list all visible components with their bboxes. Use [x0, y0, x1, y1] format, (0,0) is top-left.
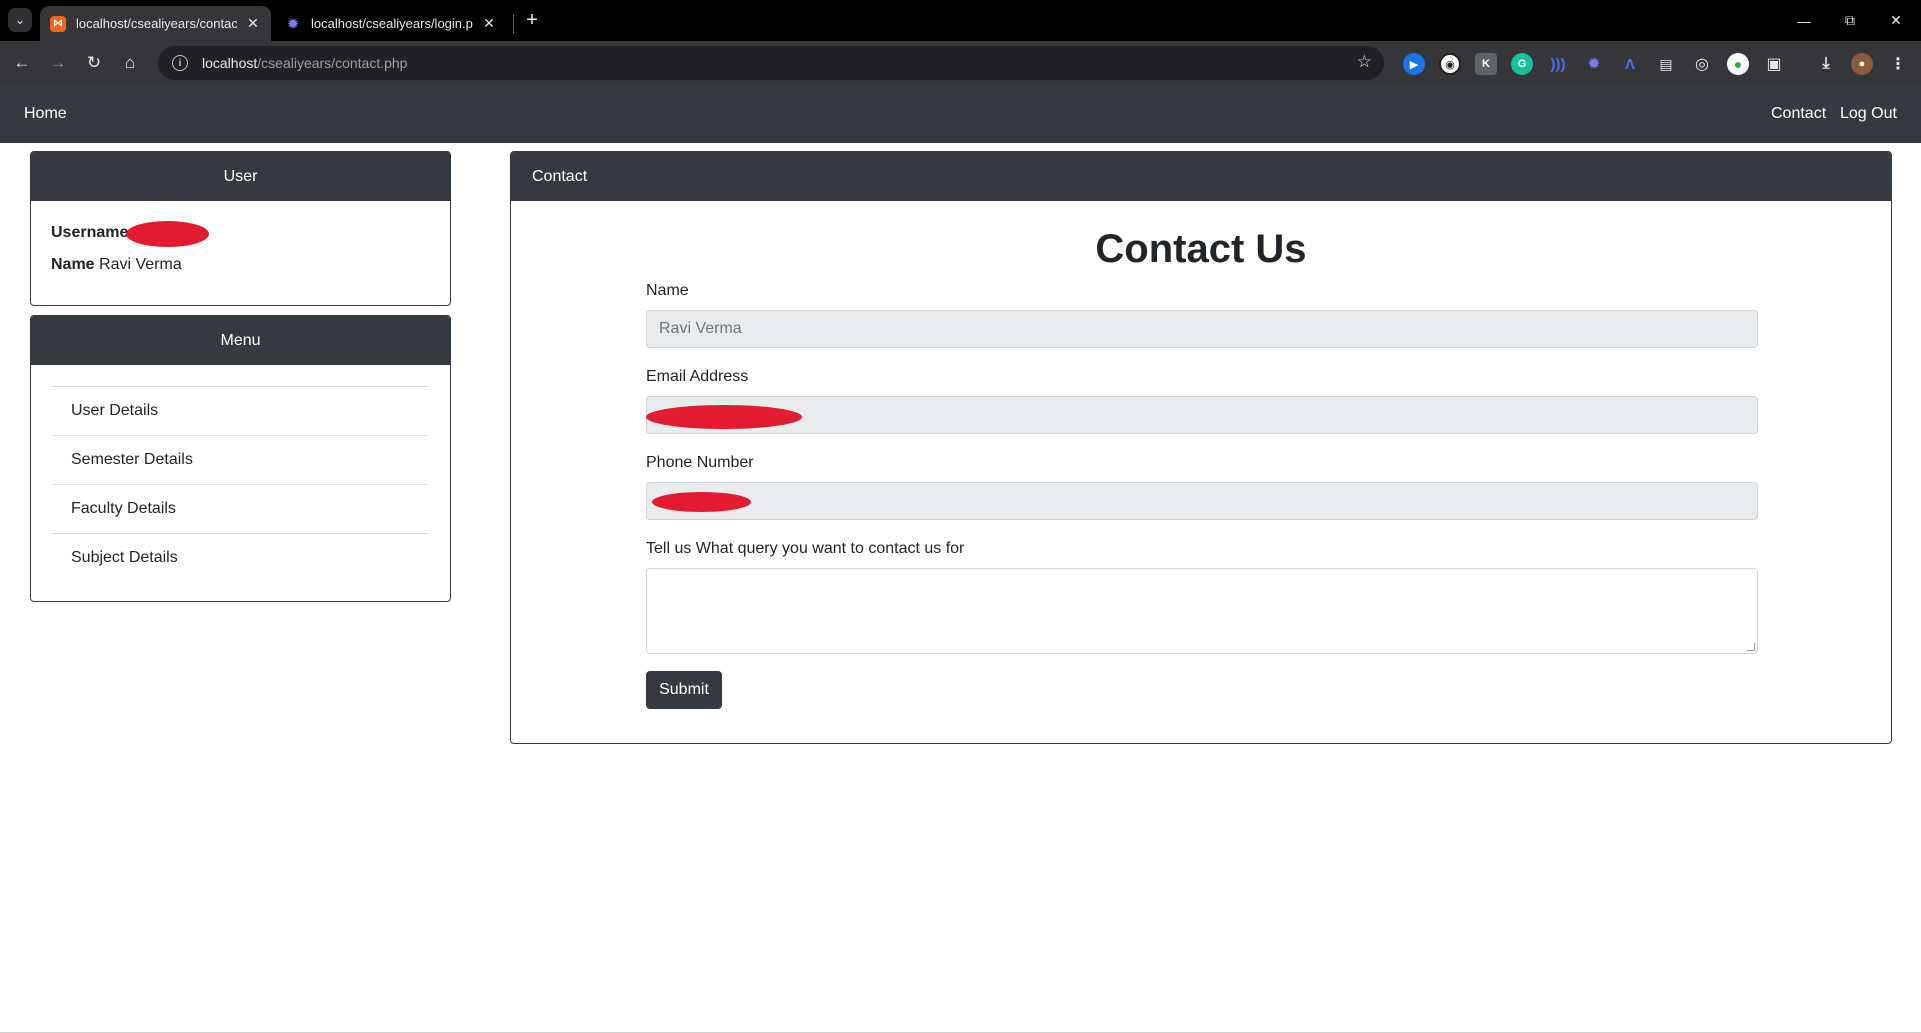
phone-field[interactable]: [646, 482, 1758, 520]
submit-button[interactable]: Submit: [646, 671, 722, 709]
menu-item-user-details[interactable]: User Details: [51, 386, 429, 435]
close-icon[interactable]: ✕: [245, 15, 261, 32]
name-value: Ravi Verma: [99, 256, 182, 273]
page-title: Contact Us: [1095, 227, 1307, 271]
tab-divider: [513, 14, 514, 34]
menu-card-header: Menu: [31, 316, 450, 365]
name-field[interactable]: Ravi Verma: [646, 310, 1758, 348]
extension-icon[interactable]: ●: [1727, 53, 1749, 75]
menu-card: Menu User Details Semester Details Facul…: [30, 315, 451, 602]
forward-icon[interactable]: →: [44, 49, 72, 77]
tab-login[interactable]: ✹ localhost/csealiyears/login.php ✕: [275, 6, 507, 41]
nav-logout-link[interactable]: Log Out: [1840, 105, 1897, 123]
extension-icon[interactable]: ▤: [1655, 53, 1677, 75]
phone-field-label: Phone Number: [646, 454, 754, 471]
extension-icon[interactable]: ◉: [1439, 53, 1461, 75]
download-icon[interactable]: ⤓: [1815, 53, 1837, 75]
more-menu-icon[interactable]: ⋮: [1887, 53, 1909, 75]
menu-item-subject-details[interactable]: Subject Details: [51, 533, 429, 582]
username-row: Username: [51, 224, 128, 242]
name-field-label: Name: [646, 282, 689, 299]
menu-item-faculty-details[interactable]: Faculty Details: [51, 484, 429, 533]
email-field[interactable]: [646, 396, 1758, 434]
url-path: /csealiyears/contact.php: [257, 55, 408, 71]
extension-icon[interactable]: Λ: [1619, 53, 1641, 75]
gear-icon: ✹: [286, 15, 300, 33]
menu-list: User Details Semester Details Faculty De…: [51, 386, 429, 582]
site-info-icon[interactable]: i: [172, 55, 188, 71]
contact-card: Contact Contact Us Name Ravi Verma Email…: [510, 151, 1892, 744]
grammarly-icon[interactable]: G: [1511, 53, 1533, 75]
xampp-icon: ⋈: [50, 15, 66, 32]
extension-icon[interactable]: ))): [1547, 53, 1569, 75]
window-close-button[interactable]: ✕: [1873, 0, 1919, 41]
new-tab-button[interactable]: +: [520, 8, 544, 32]
address-bar[interactable]: i localhost /csealiyears/contact.php ☆: [158, 46, 1384, 80]
tab-search-button[interactable]: ⌄: [8, 8, 32, 32]
email-field-label: Email Address: [646, 368, 749, 385]
extension-icon[interactable]: ▶: [1403, 53, 1425, 75]
site-navbar: Home Contact Log Out: [0, 86, 1921, 143]
user-card-header: User: [31, 152, 450, 201]
tab-contact[interactable]: ⋈ localhost/csealiyears/contact.pl ✕: [40, 6, 271, 41]
name-row: Name Ravi Verma: [51, 256, 182, 274]
minimize-button[interactable]: —: [1781, 0, 1827, 41]
name-field-value: Ravi Verma: [659, 320, 742, 337]
tab-title: localhost/csealiyears/contact.pl: [76, 16, 237, 31]
user-card: User Username Name Ravi Verma: [30, 151, 451, 306]
nav-contact-link[interactable]: Contact: [1771, 105, 1826, 123]
extension-icon[interactable]: K: [1475, 53, 1497, 75]
home-icon[interactable]: ⌂: [116, 49, 144, 77]
close-icon[interactable]: ✕: [481, 15, 497, 32]
browser-toolbar: ← → ↻ ⌂ i localhost /csealiyears/contact…: [0, 41, 1921, 86]
redacted-phone: [652, 492, 751, 512]
name-label: Name: [51, 256, 95, 273]
reload-icon[interactable]: ↻: [80, 49, 108, 77]
profile-avatar[interactable]: ●: [1851, 53, 1873, 75]
query-field-label: Tell us What query you want to contact u…: [646, 540, 965, 557]
extensions-puzzle-icon[interactable]: ▣: [1763, 53, 1785, 75]
url-host: localhost: [202, 55, 258, 71]
extension-icon[interactable]: ◎: [1691, 53, 1713, 75]
contact-card-header: Contact: [511, 152, 1891, 201]
restore-button[interactable]: ⧉: [1827, 0, 1873, 41]
extension-icon[interactable]: ✹: [1583, 53, 1605, 75]
menu-item-semester-details[interactable]: Semester Details: [51, 435, 429, 484]
redacted-email: [646, 405, 802, 429]
redacted-username: [126, 221, 209, 247]
back-icon[interactable]: ←: [8, 49, 36, 77]
resize-grip-icon[interactable]: [1747, 643, 1755, 651]
chevron-down-icon: ⌄: [14, 13, 26, 27]
browser-tab-bar: ⌄ ⋈ localhost/csealiyears/contact.pl ✕ ✹…: [0, 0, 1921, 41]
query-textarea[interactable]: [646, 568, 1758, 654]
username-label: Username: [51, 224, 129, 241]
bookmark-star-icon[interactable]: ☆: [1357, 52, 1372, 72]
tab-title: localhost/csealiyears/login.php: [311, 16, 473, 31]
nav-home-link[interactable]: Home: [24, 105, 67, 123]
